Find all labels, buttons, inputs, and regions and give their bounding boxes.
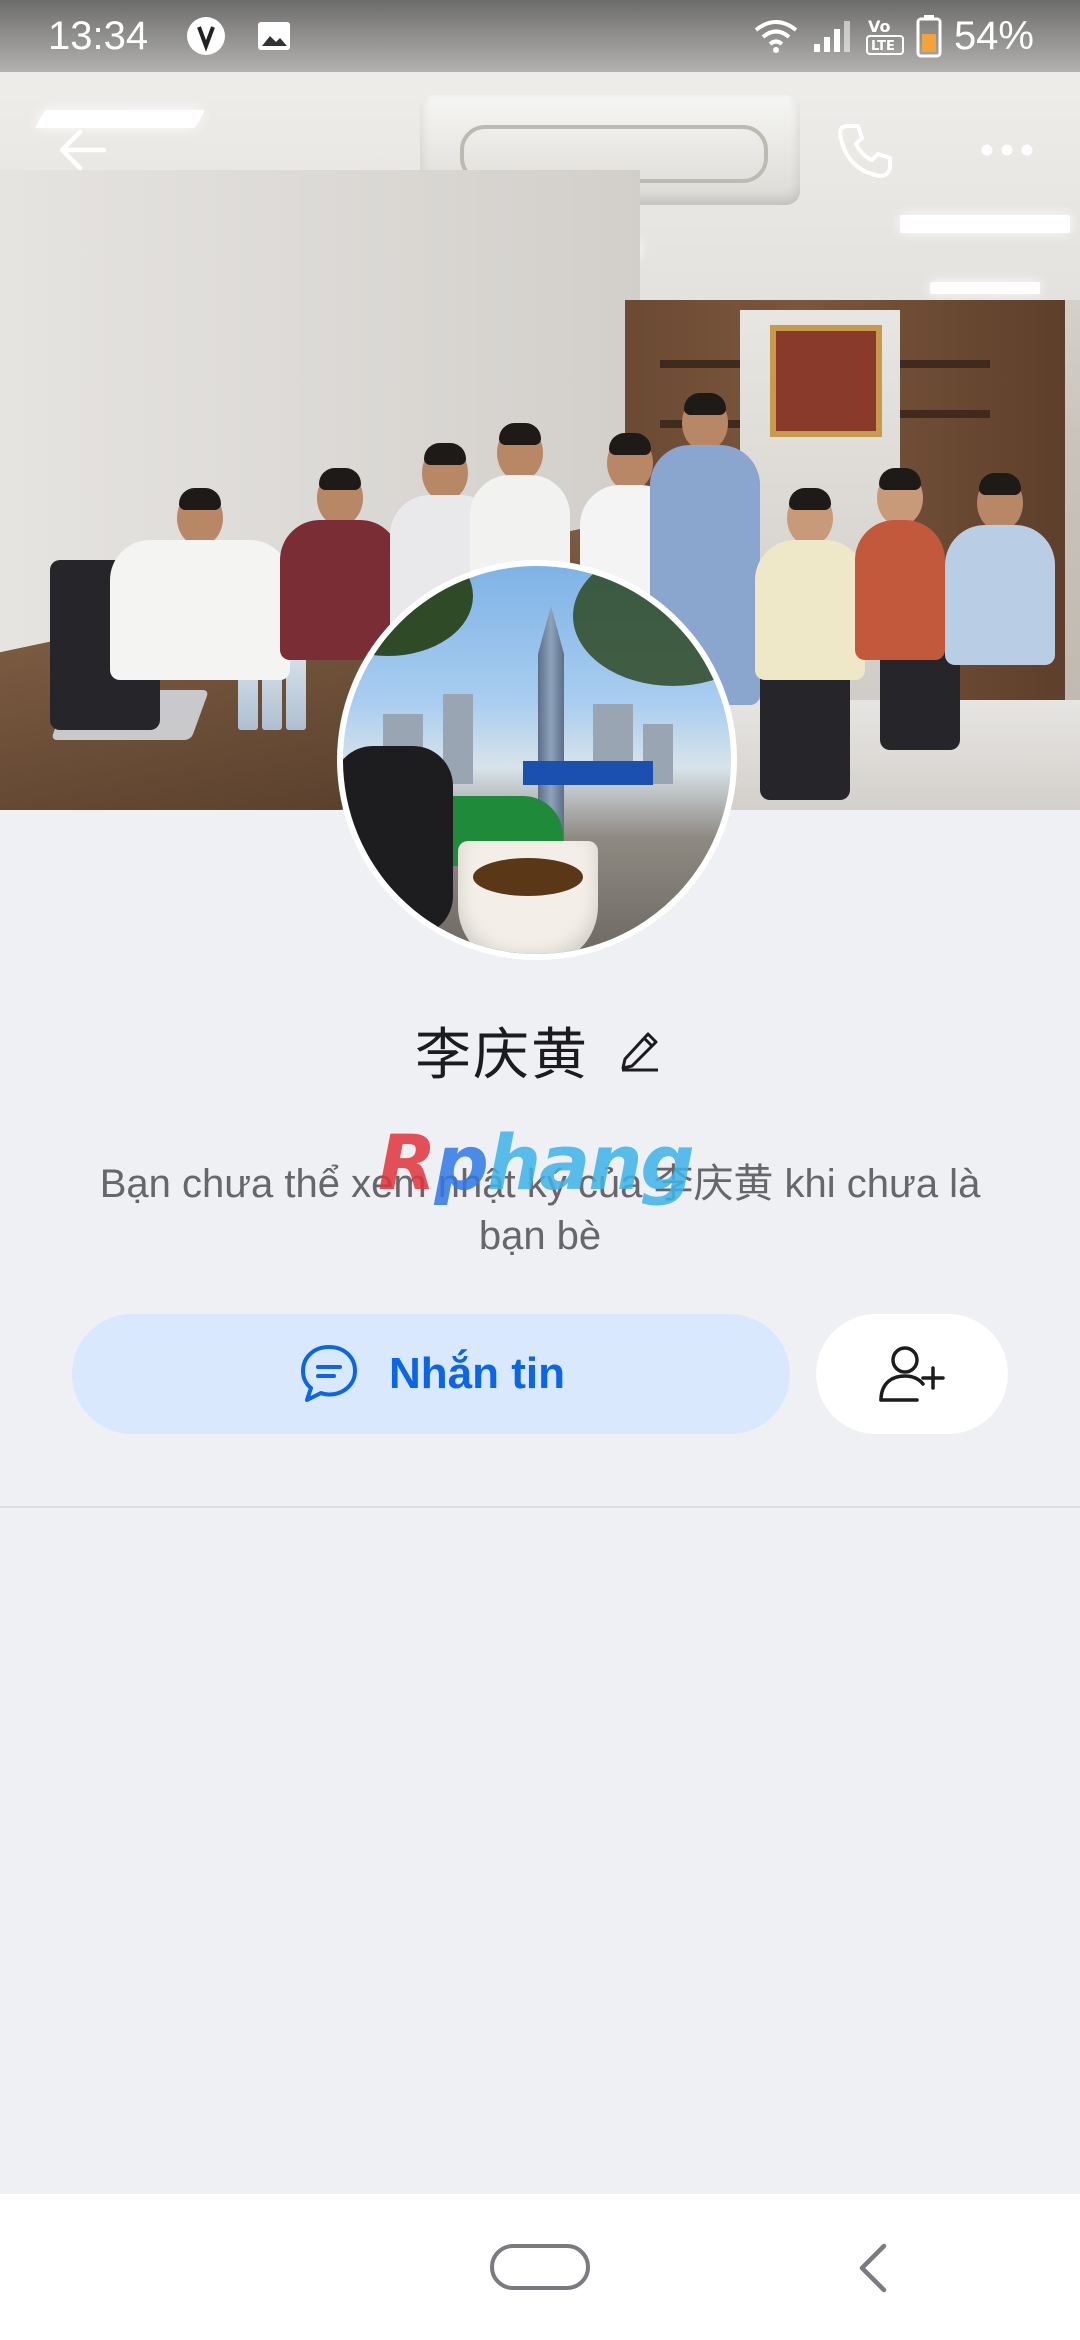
profile-avatar[interactable] <box>337 560 737 960</box>
more-horizontal-icon <box>981 144 1033 156</box>
add-user-icon <box>879 1346 945 1402</box>
phone-icon <box>838 124 892 178</box>
system-back-icon[interactable] <box>850 2240 900 2296</box>
cover-person <box>855 468 945 660</box>
avatar-gas-station <box>523 761 653 785</box>
shelf <box>900 360 990 368</box>
pencil-icon <box>621 1032 658 1072</box>
avatar-tree <box>573 566 731 686</box>
ceiling-light <box>930 282 1040 294</box>
send-message-button[interactable]: Nhắn tin <box>72 1314 790 1434</box>
status-bar: 13:34 Vo LTE 54% <box>0 0 1080 72</box>
shelf <box>660 360 740 368</box>
battery-icon <box>916 15 942 58</box>
profile-name-row: 李庆黄 <box>0 1010 1080 1090</box>
edit-name-button[interactable] <box>615 1025 665 1075</box>
cover-wall-art <box>770 325 882 437</box>
arrow-left-icon <box>59 129 107 171</box>
gallery-icon <box>258 22 290 50</box>
wifi-icon <box>754 20 798 53</box>
svg-text:LTE: LTE <box>871 39 895 54</box>
chat-bubble-icon <box>301 1345 357 1402</box>
ceiling-light <box>900 215 1070 233</box>
status-time: 13:34 <box>48 14 149 58</box>
avatar-scooter <box>343 746 453 936</box>
shelf <box>900 410 990 418</box>
watermark-letter: p <box>434 1118 489 1207</box>
top-nav <box>0 80 1080 210</box>
avatar-coffee <box>473 858 583 896</box>
signal-icon <box>814 21 850 52</box>
volte-icon: Vo LTE <box>866 17 904 55</box>
watermark-letter: hang <box>486 1118 695 1207</box>
cover-person <box>110 488 290 690</box>
more-options-button[interactable] <box>967 110 1047 190</box>
watermark-logo: Rphang <box>378 1118 708 1208</box>
add-friend-button[interactable] <box>816 1314 1008 1434</box>
profile-screen: 13:34 Vo LTE 54% 李庆黄 Rphang Bạn chưa thể… <box>0 0 1080 2340</box>
watermark-letter: R <box>378 1118 437 1207</box>
vpn-shield-icon <box>187 17 225 55</box>
cover-person <box>755 488 865 680</box>
back-button[interactable] <box>42 110 122 190</box>
profile-name: 李庆黄 <box>415 1022 589 1088</box>
system-navigation-bar <box>0 2194 1080 2340</box>
home-button[interactable] <box>490 2244 590 2290</box>
avatar-tree <box>343 566 473 656</box>
call-button[interactable] <box>826 110 906 190</box>
svg-text:Vo: Vo <box>868 17 891 36</box>
section-divider <box>0 1506 1080 1508</box>
battery-percent: 54% <box>953 14 1034 58</box>
cover-person <box>945 473 1055 665</box>
send-message-label: Nhắn tin <box>389 1349 565 1398</box>
